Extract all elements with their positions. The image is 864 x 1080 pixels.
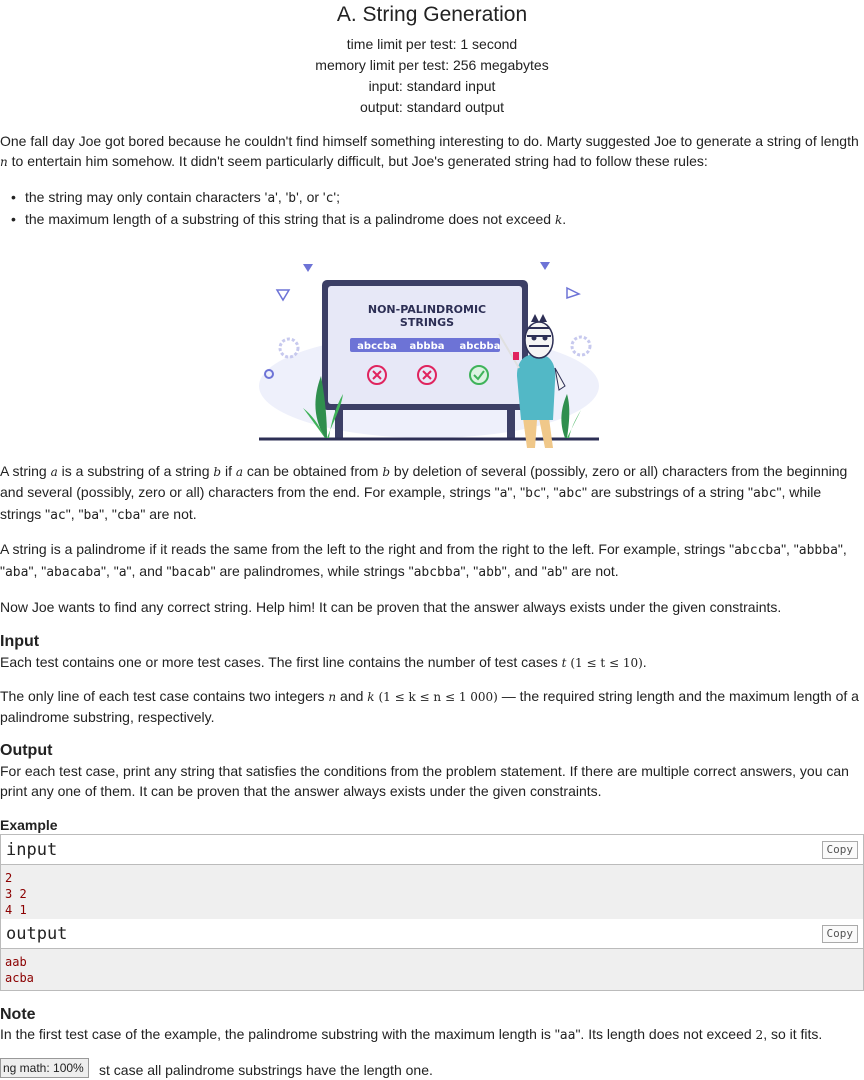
var-n: n: [0, 155, 8, 169]
input-label: input: [6, 840, 58, 860]
sparkle-deco: [513, 352, 519, 360]
word-label: abbba: [410, 341, 445, 352]
output-box-header: output Copy: [1, 919, 863, 949]
input-content: 2 3 2 4 1: [1, 865, 863, 922]
check-icon: [469, 365, 489, 385]
intro-text-2: to entertain him somehow. It didn't seem…: [7, 153, 708, 169]
input-line: 2: [5, 871, 13, 885]
input-line: 3 2: [5, 887, 27, 901]
output-line: aab: [5, 955, 27, 969]
example-input-box: input Copy 2 3 2 4 1: [0, 834, 864, 923]
triangle-deco: [275, 289, 291, 302]
palindrome-definition: A string is a palindrome if it reads the…: [0, 541, 847, 580]
example-output-box: output Copy aab acba: [0, 919, 864, 991]
output-label: output: [6, 924, 68, 944]
example-heading: Example: [0, 817, 58, 833]
rules-list: the string may only contain characters '…: [0, 186, 566, 230]
gear-icon: [278, 337, 300, 359]
triangle-deco: [303, 264, 313, 272]
list-item: the string may only contain characters '…: [0, 186, 566, 208]
intro-text: One fall day Joe got bored because he co…: [0, 133, 859, 149]
board-heading-2: STRINGS: [400, 316, 454, 329]
board-leg: [507, 410, 515, 438]
math-processing-indicator: ng math: 100%: [0, 1058, 89, 1078]
output-content: aab acba: [1, 949, 863, 990]
triangle-deco: [566, 286, 581, 300]
time-limit: time limit per test: 1 second: [346, 36, 518, 52]
note-paragraph-2: st case all palindrome substrings have t…: [99, 1062, 433, 1078]
input-paragraph-2: The only line of each test case contains…: [0, 688, 859, 725]
substring-definition: A string a is a substring of a string b …: [0, 463, 848, 523]
task-paragraph: Now Joe wants to find any correct string…: [0, 599, 782, 615]
triangle-deco: [540, 262, 550, 270]
illustration-image: NON-PALINDROMIC STRINGS abccba abbba abc…: [259, 262, 599, 448]
input-box-header: input Copy: [1, 835, 863, 865]
output-heading: Output: [0, 742, 53, 759]
output-line: acba: [5, 971, 34, 985]
output-paragraph: For each test case, print any string tha…: [0, 763, 849, 799]
problem-header: A. String Generation time limit per test…: [0, 0, 864, 118]
problem-title: A. String Generation: [336, 3, 528, 26]
copy-output-button[interactable]: Copy: [821, 925, 858, 943]
board-heading: NON-PALINDROMIC: [368, 303, 486, 316]
copy-input-button[interactable]: Copy: [821, 841, 858, 859]
input-spec: input: standard input: [368, 78, 496, 94]
input-paragraph-1: Each test contains one or more test case…: [0, 654, 647, 670]
word-label: abcbba: [460, 341, 501, 352]
list-item: the maximum length of a substring of thi…: [0, 208, 566, 230]
input-line: 4 1: [5, 903, 27, 917]
memory-limit: memory limit per test: 256 megabytes: [315, 57, 549, 73]
input-heading: Input: [0, 633, 40, 650]
intro-paragraph: One fall day Joe got bored because he co…: [0, 131, 862, 172]
note-paragraph-1: In the first test case of the example, t…: [0, 1026, 823, 1043]
gear-icon: [570, 335, 592, 357]
note-heading: Note: [0, 1006, 36, 1023]
output-spec: output: standard output: [360, 99, 504, 115]
word-label: abccba: [357, 341, 397, 352]
